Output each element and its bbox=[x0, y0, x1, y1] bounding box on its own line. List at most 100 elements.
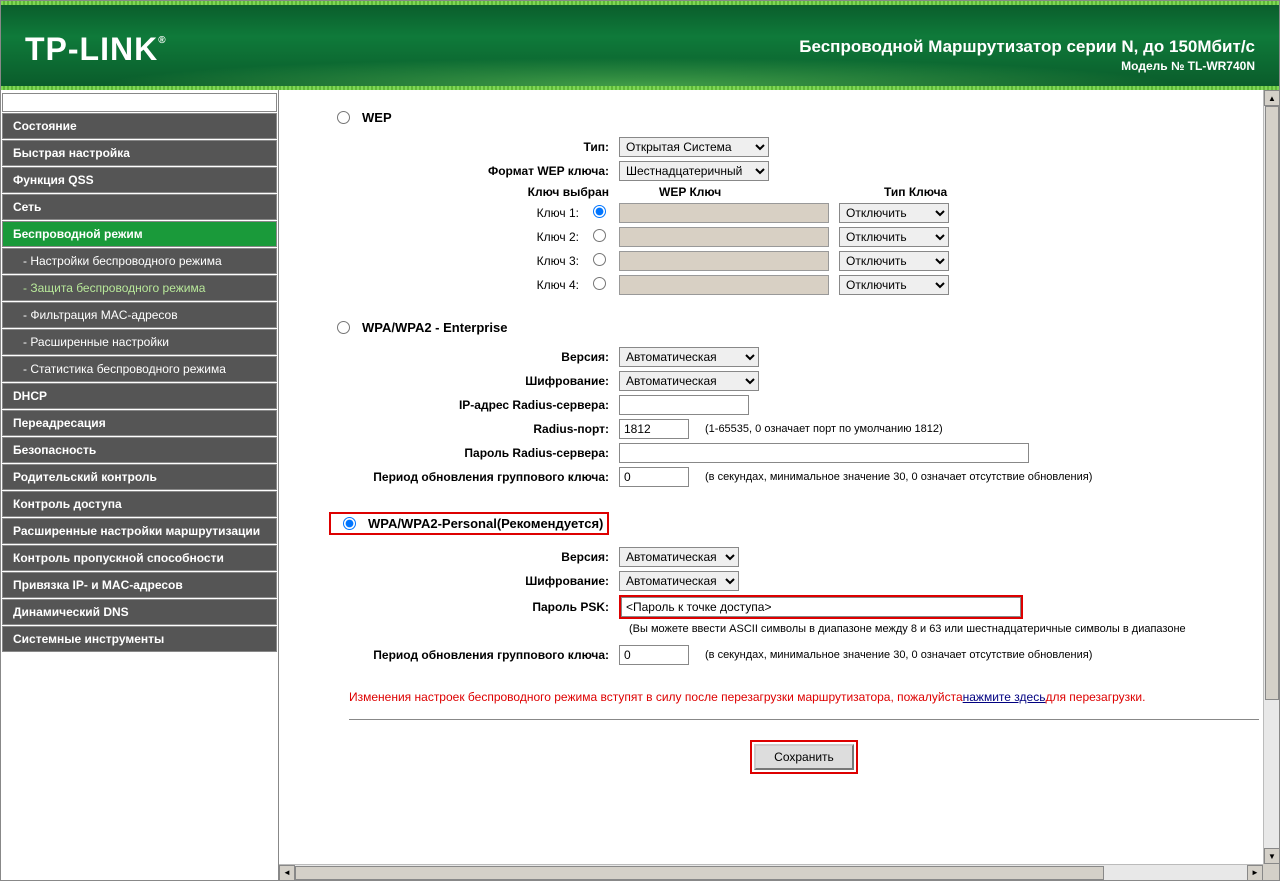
sidebar: СостояниеБыстрая настройкаФункция QSSСет… bbox=[1, 90, 279, 880]
header-title: Беспроводной Маршрутизатор серии N, до 1… bbox=[799, 37, 1255, 57]
wep-key-row-3: Ключ 4: Отключить bbox=[329, 275, 1279, 295]
psk-rekey-input[interactable] bbox=[619, 645, 689, 665]
enterprise-section: WPA/WPA2 - Enterprise Версия: Автоматиче… bbox=[329, 320, 1279, 487]
sidebar-item-5[interactable]: - Настройки беспроводного режима bbox=[2, 248, 277, 274]
psk-cipher-label: Шифрование: bbox=[329, 574, 619, 588]
psk-hint: (Вы можете ввести ASCII символы в диапаз… bbox=[629, 623, 1279, 635]
sidebar-item-12[interactable]: Безопасность bbox=[2, 437, 277, 463]
save-highlight: Сохранить bbox=[750, 740, 858, 774]
wep-keyformat-select[interactable]: Шестнадцатеричный bbox=[619, 161, 769, 181]
ent-radiusip-label: IP-адрес Radius-сервера: bbox=[329, 398, 619, 412]
sidebar-item-11[interactable]: Переадресация bbox=[2, 410, 277, 436]
wep-key-row-1: Ключ 2: Отключить bbox=[329, 227, 1279, 247]
wep-key-input-0[interactable] bbox=[619, 203, 829, 223]
personal-radio[interactable] bbox=[343, 517, 356, 530]
ent-radiusport-hint: (1-65535, 0 означает порт по умолчанию 1… bbox=[705, 423, 943, 435]
psk-highlight bbox=[619, 595, 1023, 619]
sidebar-item-10[interactable]: DHCP bbox=[2, 383, 277, 409]
sidebar-item-15[interactable]: Расширенные настройки маршрутизации bbox=[2, 518, 277, 544]
ent-cipher-select[interactable]: Автоматическая bbox=[619, 371, 759, 391]
scroll-right-icon[interactable]: ► bbox=[1247, 865, 1263, 881]
header-subtitle: Модель № TL-WR740N bbox=[1121, 59, 1255, 73]
wep-key-radio-2[interactable] bbox=[593, 253, 606, 266]
enterprise-title: WPA/WPA2 - Enterprise bbox=[362, 320, 507, 335]
enterprise-radio[interactable] bbox=[337, 321, 350, 334]
sidebar-item-13[interactable]: Родительский контроль bbox=[2, 464, 277, 490]
sidebar-item-16[interactable]: Контроль пропускной способности bbox=[2, 545, 277, 571]
wep-key-label-1: Ключ 2: bbox=[329, 230, 579, 244]
wep-key-label-0: Ключ 1: bbox=[329, 206, 579, 220]
warning-text: Изменения настроек беспроводного режима … bbox=[349, 690, 1279, 704]
wep-key-row-2: Ключ 3: Отключить bbox=[329, 251, 1279, 271]
sidebar-item-0[interactable]: Состояние bbox=[2, 113, 277, 139]
header-stripe bbox=[1, 1, 1279, 5]
sidebar-item-18[interactable]: Динамический DNS bbox=[2, 599, 277, 625]
wep-key-label-3: Ключ 4: bbox=[329, 278, 579, 292]
wep-key-input-3[interactable] bbox=[619, 275, 829, 295]
personal-title: WPA/WPA2-Personal(Рекомендуется) bbox=[368, 516, 603, 531]
wep-key-input-2[interactable] bbox=[619, 251, 829, 271]
sidebar-item-7[interactable]: - Фильтрация MAC-адресов bbox=[2, 302, 277, 328]
ent-version-select[interactable]: Автоматическая bbox=[619, 347, 759, 367]
ent-rekey-label: Период обновления группового ключа: bbox=[329, 470, 619, 484]
wep-key-radio-3[interactable] bbox=[593, 277, 606, 290]
save-button[interactable]: Сохранить bbox=[754, 744, 854, 770]
main-panel: WEP Тип: Открытая Система Формат WEP клю… bbox=[279, 90, 1279, 880]
sidebar-spacer bbox=[2, 93, 277, 112]
psk-version-label: Версия: bbox=[329, 550, 619, 564]
wep-key-header: WEP Ключ bbox=[659, 185, 884, 199]
sidebar-item-3[interactable]: Сеть bbox=[2, 194, 277, 220]
wep-title: WEP bbox=[362, 110, 392, 125]
sidebar-item-1[interactable]: Быстрая настройка bbox=[2, 140, 277, 166]
sidebar-item-6[interactable]: - Защита беспроводного режима bbox=[2, 275, 277, 301]
ent-cipher-label: Шифрование: bbox=[329, 374, 619, 388]
divider bbox=[349, 719, 1259, 720]
ent-radiusip-input[interactable] bbox=[619, 395, 749, 415]
sidebar-item-4[interactable]: Беспроводной режим bbox=[2, 221, 277, 247]
wep-type-select[interactable]: Открытая Система bbox=[619, 137, 769, 157]
sidebar-item-17[interactable]: Привязка IP- и MAC-адресов bbox=[2, 572, 277, 598]
sidebar-item-9[interactable]: - Статистика беспроводного режима bbox=[2, 356, 277, 382]
wep-type-label: Тип: bbox=[329, 140, 619, 154]
wep-key-radio-0[interactable] bbox=[593, 205, 606, 218]
sidebar-item-8[interactable]: - Расширенные настройки bbox=[2, 329, 277, 355]
scrollbar-horizontal[interactable]: ◄ ► bbox=[279, 864, 1263, 880]
wep-keytype-header: Тип Ключа bbox=[884, 185, 947, 199]
wep-key-type-select-3[interactable]: Отключить bbox=[839, 275, 949, 295]
ent-radiusport-input[interactable] bbox=[619, 419, 689, 439]
header: TP-LINK® Беспроводной Маршрутизатор сери… bbox=[1, 1, 1279, 90]
ent-radiuspass-label: Пароль Radius-сервера: bbox=[329, 446, 619, 460]
psk-rekey-hint: (в секундах, минимальное значение 30, 0 … bbox=[705, 649, 1092, 661]
scroll-down-icon[interactable]: ▼ bbox=[1264, 848, 1279, 864]
scroll-left-icon[interactable]: ◄ bbox=[279, 865, 295, 881]
reboot-link[interactable]: нажмите здесь bbox=[963, 690, 1046, 704]
psk-input[interactable] bbox=[621, 597, 1021, 617]
scrollbar-vertical[interactable]: ▲ ▼ bbox=[1263, 90, 1279, 864]
personal-section: WPA/WPA2-Personal(Рекомендуется) Версия:… bbox=[329, 512, 1279, 665]
wep-key-type-select-1[interactable]: Отключить bbox=[839, 227, 949, 247]
wep-radio[interactable] bbox=[337, 111, 350, 124]
sidebar-item-14[interactable]: Контроль доступа bbox=[2, 491, 277, 517]
scroll-thumb-h[interactable] bbox=[295, 866, 1104, 880]
psk-label: Пароль PSK: bbox=[329, 600, 619, 614]
psk-cipher-select[interactable]: Автоматическая bbox=[619, 571, 739, 591]
wep-key-row-0: Ключ 1: Отключить bbox=[329, 203, 1279, 223]
scroll-corner bbox=[1263, 864, 1279, 880]
ent-rekey-hint: (в секундах, минимальное значение 30, 0 … bbox=[705, 471, 1092, 483]
scroll-thumb-v[interactable] bbox=[1265, 106, 1279, 700]
wep-keyformat-label: Формат WEP ключа: bbox=[329, 164, 619, 178]
sidebar-item-19[interactable]: Системные инструменты bbox=[2, 626, 277, 652]
ent-radiuspass-input[interactable] bbox=[619, 443, 1029, 463]
wep-key-input-1[interactable] bbox=[619, 227, 829, 247]
wep-key-type-select-2[interactable]: Отключить bbox=[839, 251, 949, 271]
psk-version-select[interactable]: Автоматическая bbox=[619, 547, 739, 567]
scroll-up-icon[interactable]: ▲ bbox=[1264, 90, 1279, 106]
wep-key-label-2: Ключ 3: bbox=[329, 254, 579, 268]
personal-highlight: WPA/WPA2-Personal(Рекомендуется) bbox=[329, 512, 609, 535]
ent-radiusport-label: Radius-порт: bbox=[329, 422, 619, 436]
wep-key-type-select-0[interactable]: Отключить bbox=[839, 203, 949, 223]
ent-version-label: Версия: bbox=[329, 350, 619, 364]
wep-key-radio-1[interactable] bbox=[593, 229, 606, 242]
ent-rekey-input[interactable] bbox=[619, 467, 689, 487]
sidebar-item-2[interactable]: Функция QSS bbox=[2, 167, 277, 193]
